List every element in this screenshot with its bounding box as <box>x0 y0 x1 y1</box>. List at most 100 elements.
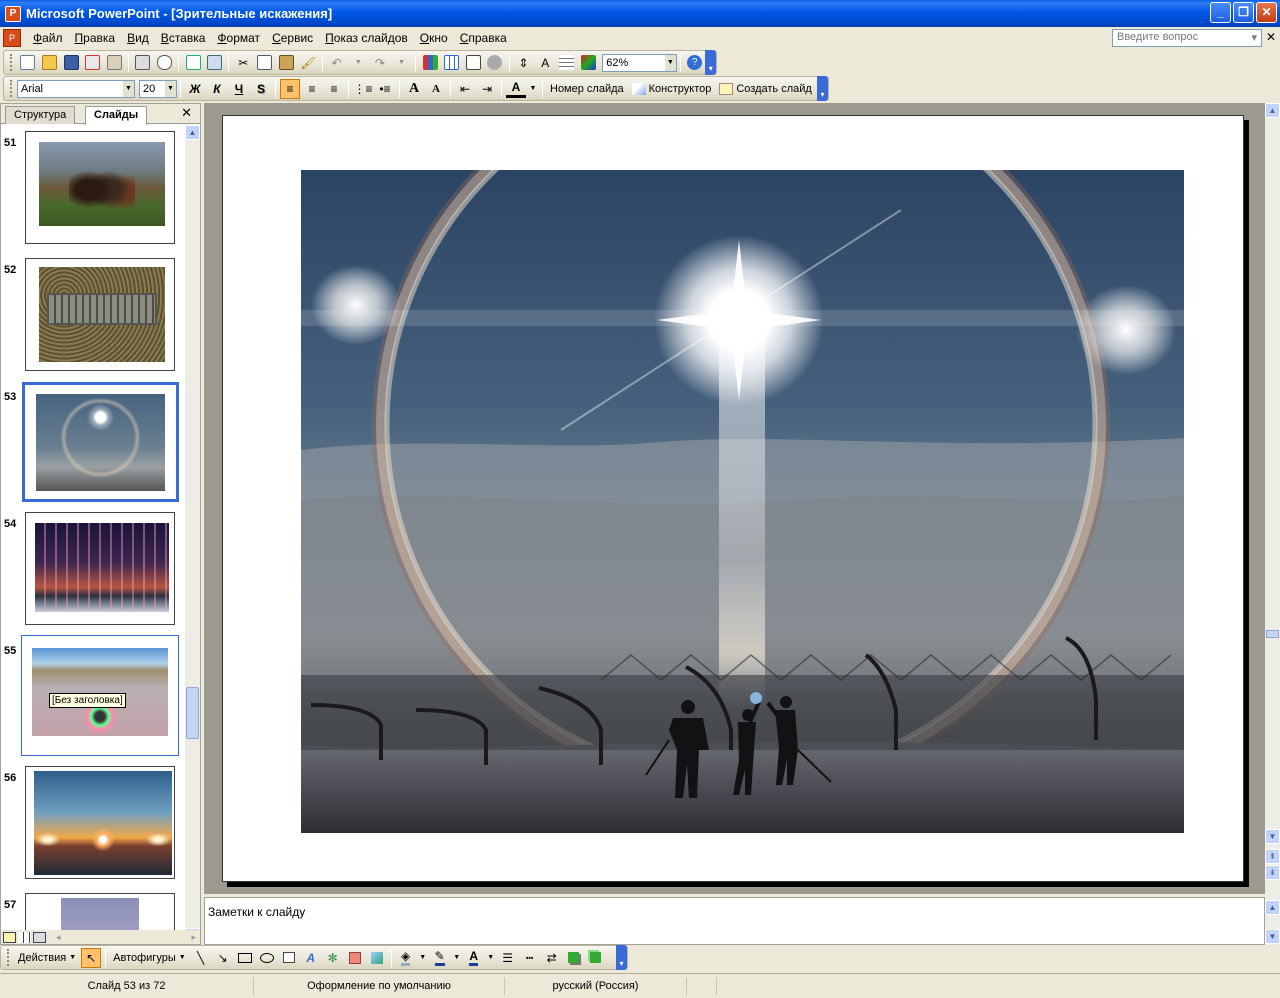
restore-button[interactable]: ❐ <box>1233 2 1254 23</box>
slide-scrollbar[interactable]: ▲ ▼ ⇞ ⇟ ▲ ▼ <box>1265 103 1280 945</box>
draw-font-color-button[interactable]: A <box>464 948 484 968</box>
document-icon[interactable]: P <box>3 29 21 47</box>
menu-slideshow[interactable]: Показ слайдов <box>319 28 414 48</box>
menu-insert[interactable]: Вставка <box>155 28 212 48</box>
paste-button[interactable] <box>277 53 297 73</box>
rectangle-button[interactable] <box>235 948 255 968</box>
thumbnail-53[interactable]: 53 <box>1 379 185 502</box>
grayscale-button[interactable] <box>579 53 599 73</box>
draw-font-color-dropdown[interactable]: ▼ <box>486 948 496 968</box>
chevron-down-icon[interactable]: ▾ <box>1251 31 1257 45</box>
current-slide[interactable] <box>222 115 1244 882</box>
textbox-button[interactable] <box>279 948 299 968</box>
preview-button[interactable] <box>155 53 175 73</box>
insert-picture-button[interactable] <box>367 948 387 968</box>
slide-thumbnail[interactable] <box>25 131 175 244</box>
menu-file[interactable]: Файл <box>27 28 69 48</box>
slide-sorter-icon[interactable] <box>18 931 31 943</box>
line-color-dropdown[interactable]: ▼ <box>452 948 462 968</box>
numbering-button[interactable]: ⋮≡ <box>353 79 373 99</box>
new-button[interactable] <box>18 53 38 73</box>
grow-font-button[interactable]: A <box>404 79 424 99</box>
chevron-down-icon[interactable]: ▼ <box>123 80 134 97</box>
menu-window[interactable]: Окно <box>414 28 454 48</box>
status-design[interactable]: Оформление по умолчанию <box>254 977 505 995</box>
slideshow-view-icon[interactable] <box>33 931 46 943</box>
print-button[interactable] <box>133 53 153 73</box>
slide-thumbnail-selected[interactable] <box>22 382 179 502</box>
diagram-button[interactable]: ✻ <box>323 948 343 968</box>
designer-button[interactable]: Конструктор <box>628 79 716 99</box>
italic-button[interactable]: К <box>207 79 227 99</box>
slide-thumbnail[interactable] <box>25 893 175 933</box>
fill-color-dropdown[interactable]: ▼ <box>418 948 428 968</box>
scroll-left-icon[interactable]: ◂ <box>56 932 61 943</box>
save-button[interactable] <box>61 53 81 73</box>
increase-indent-button[interactable]: ⇥ <box>477 79 497 99</box>
actions-menu-button[interactable]: Действия ▼ <box>14 948 80 968</box>
format-painter-button[interactable]: 🖌 <box>298 53 318 73</box>
close-pane-icon[interactable]: ✕ <box>181 105 192 121</box>
shrink-font-button[interactable]: A <box>426 79 446 99</box>
help-button[interactable]: ? <box>685 53 705 73</box>
grid-button[interactable] <box>557 53 577 73</box>
oval-button[interactable] <box>257 948 277 968</box>
chevron-down-icon[interactable]: ▼ <box>165 80 176 97</box>
research-button[interactable] <box>205 53 225 73</box>
email-button[interactable] <box>104 53 124 73</box>
new-slide-button[interactable]: Создать слайд <box>715 79 815 99</box>
font-color-dropdown[interactable]: ▼ <box>528 79 538 99</box>
copy-button[interactable] <box>255 53 275 73</box>
undo-dropdown[interactable]: ▼ <box>349 53 369 73</box>
line-style-button[interactable]: ☰ <box>498 948 518 968</box>
minimize-button[interactable]: _ <box>1210 2 1231 23</box>
chevron-down-icon[interactable]: ▼ <box>664 54 676 71</box>
redo-dropdown[interactable]: ▼ <box>392 53 412 73</box>
clipart-button[interactable] <box>345 948 365 968</box>
shadow-style-button[interactable] <box>564 948 584 968</box>
tables-borders-button[interactable] <box>464 53 484 73</box>
bullets-button[interactable]: •≡ <box>375 79 395 99</box>
undo-button[interactable]: ↶ <box>327 53 347 73</box>
scroll-thumb[interactable] <box>1266 630 1279 638</box>
ask-question-input[interactable]: Введите вопрос ▾ <box>1112 29 1262 47</box>
fill-color-button[interactable]: ◈ <box>396 948 416 968</box>
menu-view[interactable]: Вид <box>121 28 155 48</box>
line-button[interactable]: ╲ <box>191 948 211 968</box>
scroll-right-icon[interactable]: ▸ <box>191 932 196 943</box>
font-size-select[interactable]: 20 ▼ <box>139 79 177 98</box>
menu-edit[interactable]: Правка <box>69 28 122 48</box>
underline-button[interactable]: Ч <box>229 79 249 99</box>
decrease-indent-button[interactable]: ⇤ <box>455 79 475 99</box>
show-formatting-button[interactable]: A <box>535 53 555 73</box>
expand-button[interactable]: ⇕ <box>514 53 534 73</box>
insert-chart-button[interactable] <box>420 53 440 73</box>
arrow-button[interactable]: ↘ <box>213 948 233 968</box>
shadow-button[interactable]: S <box>251 79 271 99</box>
scroll-thumb[interactable] <box>186 687 199 739</box>
thumbnail-51[interactable]: 51 <box>1 125 185 244</box>
align-left-button[interactable]: ≡ <box>280 78 300 99</box>
permission-button[interactable] <box>83 53 103 73</box>
hyperlink-button[interactable] <box>485 53 505 73</box>
tab-slides[interactable]: Слайды <box>85 106 148 125</box>
3d-style-button[interactable] <box>586 948 606 968</box>
bold-button[interactable]: Ж <box>185 79 205 99</box>
scroll-up-icon[interactable]: ▲ <box>1265 103 1280 118</box>
align-right-button[interactable]: ≡ <box>324 79 344 99</box>
menu-format[interactable]: Формат <box>211 28 266 48</box>
autoshapes-menu-button[interactable]: Автофигуры ▼ <box>109 948 190 968</box>
toolbar-options-icon[interactable]: ▾ <box>705 50 717 75</box>
align-center-button[interactable]: ≡ <box>302 79 322 99</box>
insert-table-button[interactable] <box>442 53 462 73</box>
zoom-select[interactable]: 62% ▼ <box>602 53 677 72</box>
select-objects-button[interactable]: ↖ <box>81 947 102 968</box>
close-document-icon[interactable]: ✕ <box>1266 30 1276 44</box>
scroll-down-icon[interactable]: ▼ <box>1265 829 1280 844</box>
line-color-button[interactable]: ✎ <box>430 948 450 968</box>
redo-button[interactable]: ↷ <box>370 53 390 73</box>
open-button[interactable] <box>40 53 60 73</box>
scroll-up-icon[interactable]: ▲ <box>185 125 200 140</box>
slide-thumbnail[interactable] <box>25 258 175 371</box>
toolbar-options-icon[interactable]: ▾ <box>817 76 828 101</box>
